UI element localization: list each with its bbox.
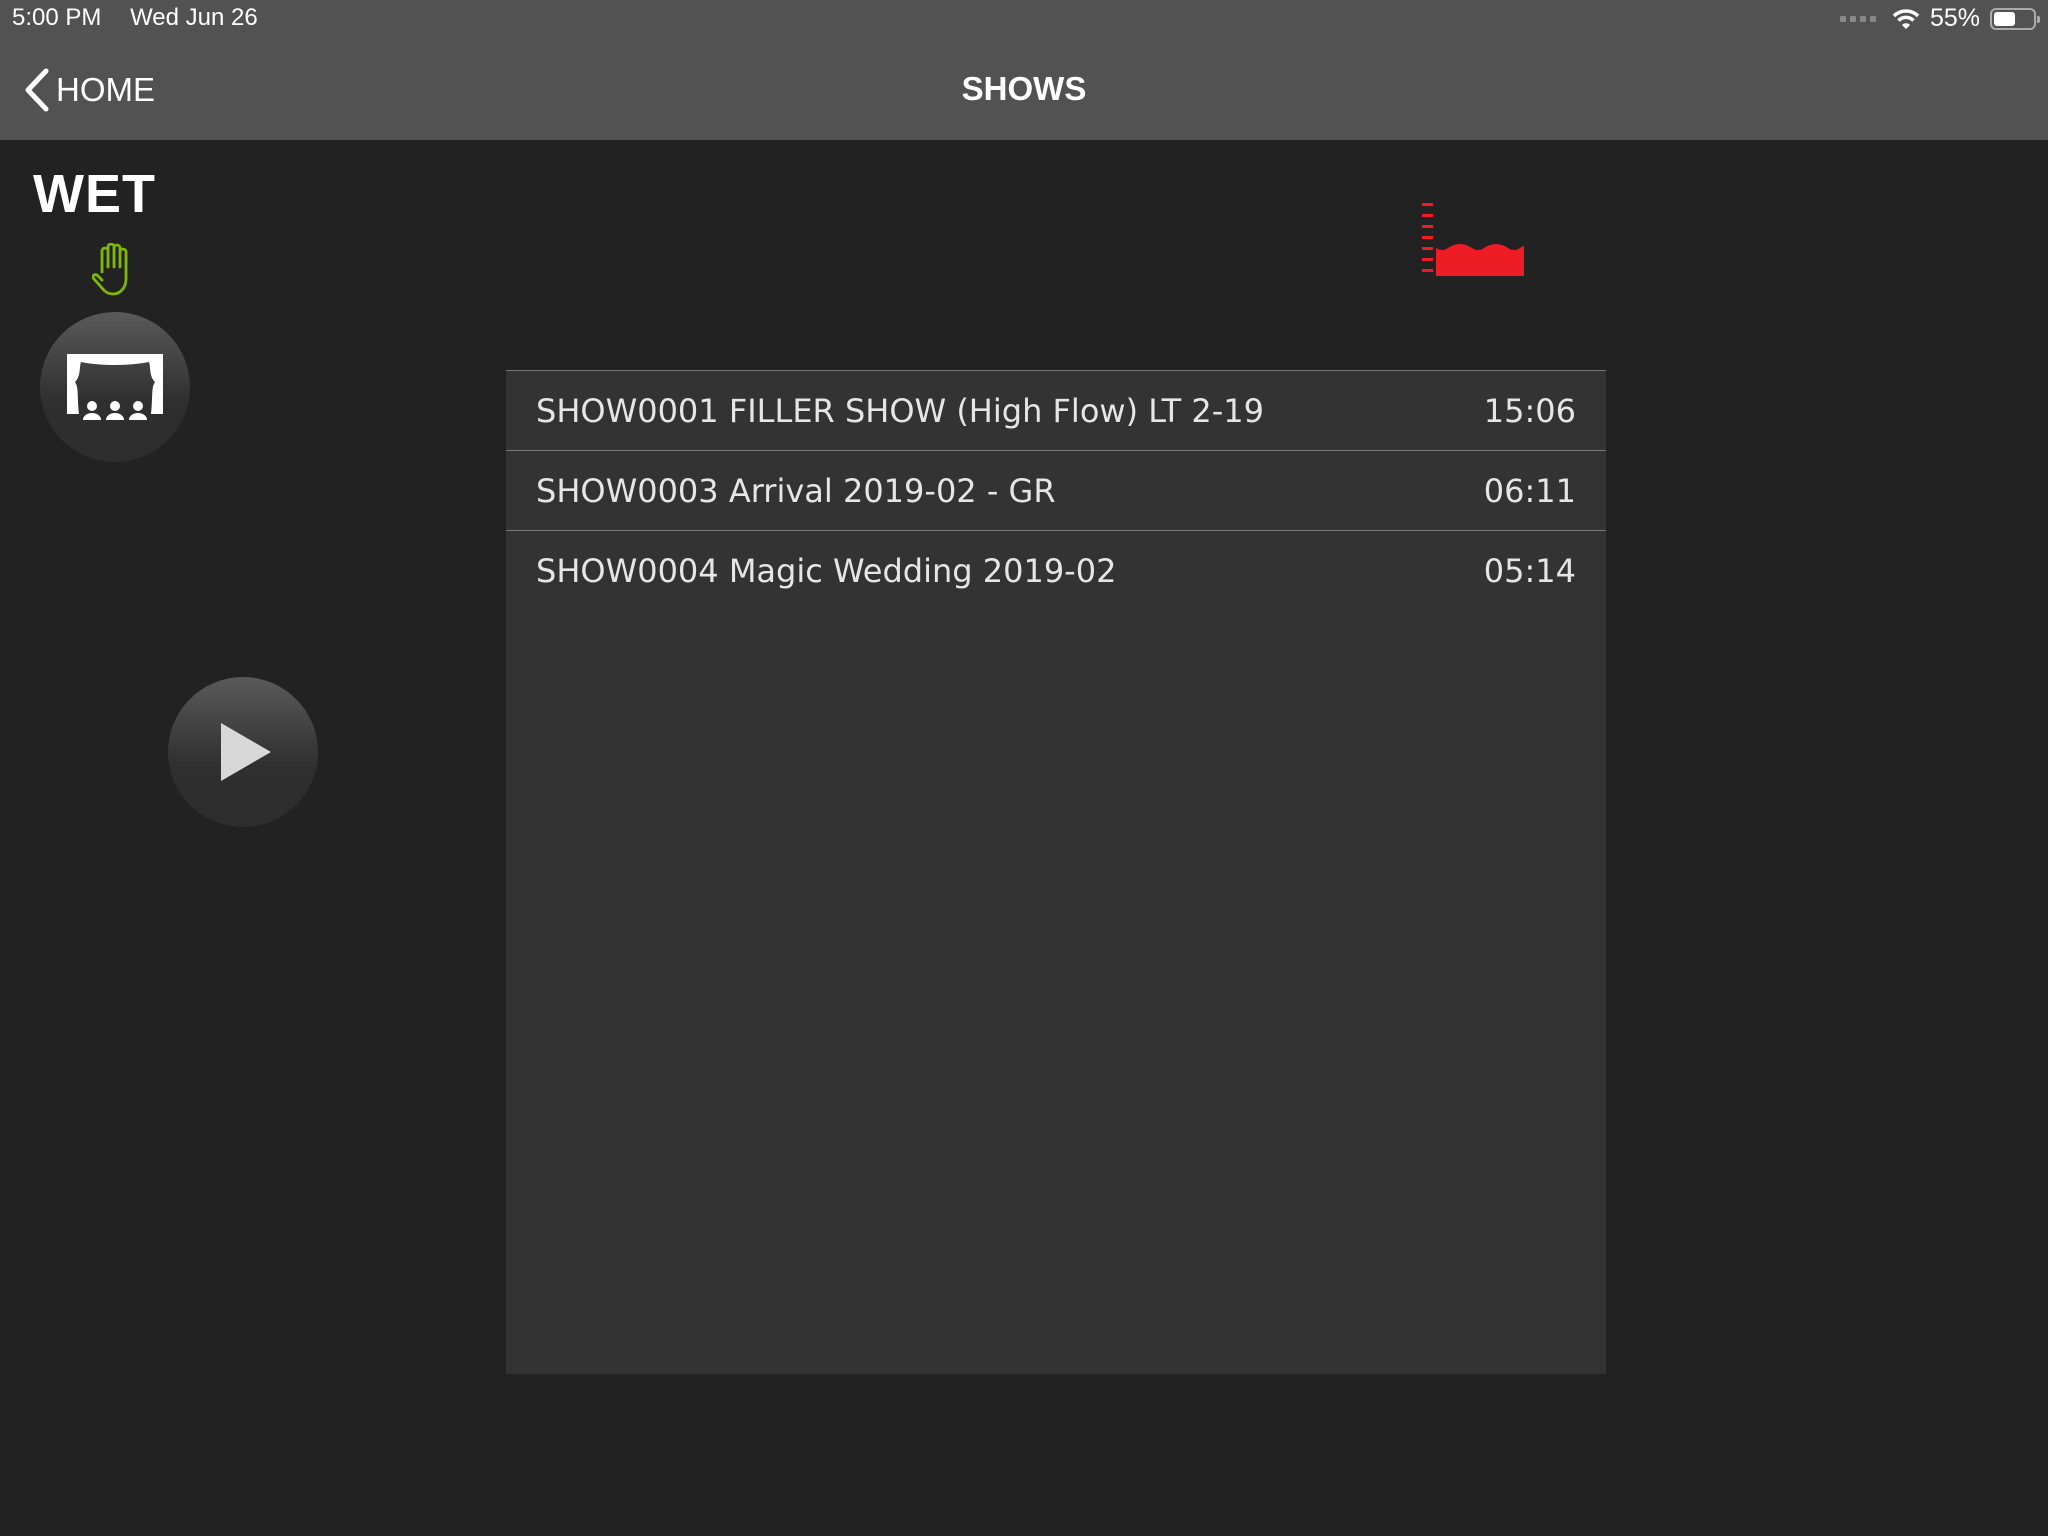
status-bar-right: 55% [1839,4,2040,33]
battery-icon [1990,7,2040,30]
status-time: 5:00 PM [12,4,102,31]
hand-icon[interactable] [92,243,138,297]
show-duration: 05:14 [1483,552,1576,590]
play-icon [221,723,271,781]
show-name: SHOW0001 FILLER SHOW (High Flow) LT 2-19 [536,391,1264,430]
shows-list: SHOW0001 FILLER SHOW (High Flow) LT 2-19… [506,370,1606,1374]
theater-button[interactable] [40,312,190,462]
show-name: SHOW0003 Arrival 2019-02 - GR [536,471,1056,510]
show-name: SHOW0004 Magic Wedding 2019-02 [536,552,1117,590]
cellular-signal-icon [1839,15,1876,22]
show-row[interactable]: SHOW0004 Magic Wedding 2019-02 05:14 [506,531,1606,611]
top-bar: 5:00 PM Wed Jun 26 55% HOME SHOWS [0,0,2048,140]
page-title: SHOWS [961,70,1087,107]
show-row[interactable]: SHOW0001 FILLER SHOW (High Flow) LT 2-19… [506,371,1606,451]
show-duration: 15:06 [1483,391,1576,430]
battery-percent: 55% [1929,4,1980,32]
mode-label: WET [33,164,156,224]
show-row[interactable]: SHOW0003 Arrival 2019-02 - GR 06:11 [506,451,1606,531]
status-date: Wed Jun 26 [130,4,258,31]
status-bar-left: 5:00 PM Wed Jun 26 [12,4,280,32]
play-button[interactable] [168,677,318,827]
theater-icon [67,354,163,420]
wifi-icon [1892,8,1920,29]
water-level-icon [1422,203,1524,276]
show-duration: 06:11 [1483,471,1576,510]
